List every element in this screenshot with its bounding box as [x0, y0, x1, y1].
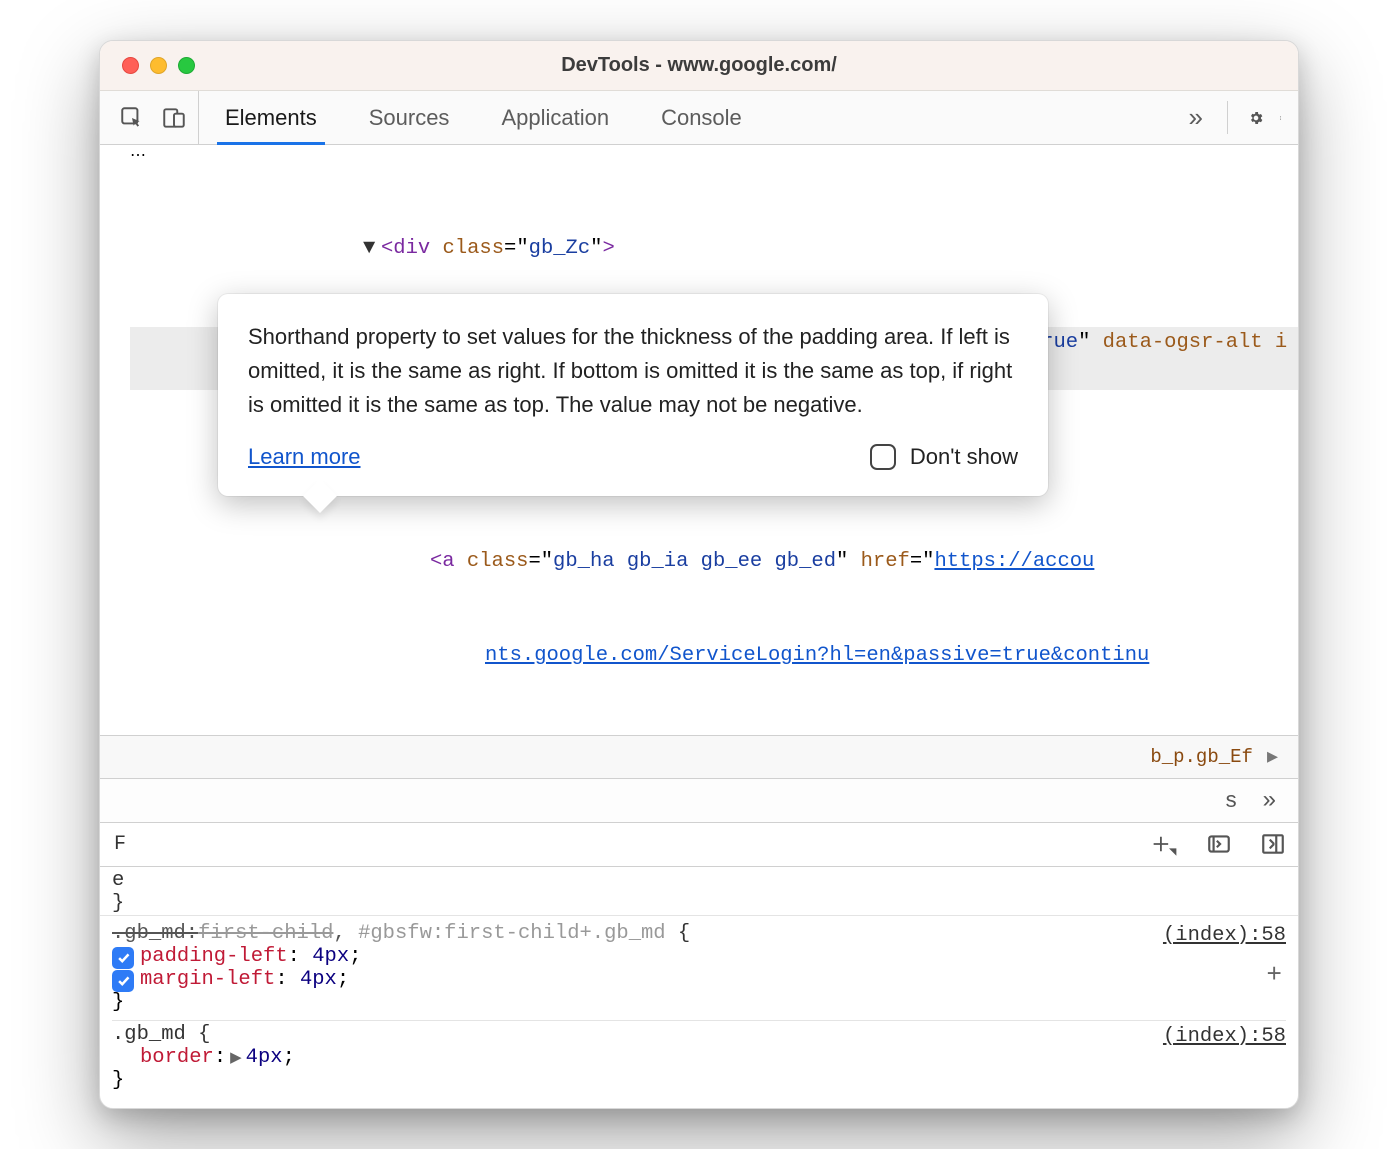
window-title: DevTools - www.google.com/ [100, 54, 1298, 77]
dont-show-label: Don't show [910, 440, 1018, 474]
toggle-computed-panel-icon[interactable] [1258, 829, 1288, 859]
window-controls [100, 57, 195, 74]
css-declaration[interactable]: padding-left: 4px; [112, 945, 1286, 968]
learn-more-link[interactable]: Learn more [248, 440, 361, 474]
device-toolbar-icon[interactable] [160, 104, 188, 132]
new-style-rule-button[interactable] [1150, 829, 1180, 859]
close-window-button[interactable] [122, 57, 139, 74]
dont-show-checkbox[interactable] [870, 444, 896, 470]
main-toolbar: Elements Sources Application Console » [100, 91, 1298, 145]
kebab-menu-icon[interactable] [1270, 104, 1298, 132]
rule-source-link[interactable]: (index):58 [1163, 1025, 1286, 1048]
rule-close-brace: } [112, 1069, 1286, 1092]
filter-input-partial[interactable]: F [114, 833, 126, 856]
panel-tabs: Elements Sources Application Console [199, 91, 768, 144]
inspect-element-icon[interactable] [118, 104, 146, 132]
css-declaration[interactable]: border:▶4px; [112, 1046, 1286, 1069]
css-selector[interactable]: .gb_md { [112, 1023, 1286, 1046]
styles-toolbar: F [100, 823, 1298, 867]
styles-sidebar-tabs: s » [100, 779, 1298, 823]
rule-close-brace: } [112, 991, 1286, 1014]
styles-panel: (index):58 .gb_md:first-child, #gbsfw:fi… [100, 916, 1298, 1108]
zoom-window-button[interactable] [178, 57, 195, 74]
breadcrumb-scroll-right-icon[interactable]: ▸ [1253, 744, 1292, 770]
css-declaration[interactable]: margin-left: 4px; [112, 968, 1286, 991]
tab-sources[interactable]: Sources [343, 91, 476, 144]
sidebar-tab-partial[interactable]: s [1220, 787, 1243, 813]
format-icon[interactable] [1204, 829, 1234, 859]
dom-node[interactable]: <a class="gb_ha gb_ia gb_ee gb_ed" href=… [130, 546, 1298, 579]
insert-rule-button[interactable]: + [1266, 960, 1282, 990]
obscured-text: } [112, 892, 1286, 915]
minimize-window-button[interactable] [150, 57, 167, 74]
tabs-overflow-button[interactable]: » [1179, 102, 1213, 133]
titlebar: DevTools - www.google.com/ [100, 41, 1298, 91]
rule-source-link[interactable]: (index):58 [1163, 924, 1286, 947]
devtools-window: DevTools - www.google.com/ Elements Sour… [99, 40, 1299, 1109]
dom-row-actions-icon[interactable]: ⋯ [130, 145, 1298, 165]
css-rule[interactable]: (index):58 .gb_md { border:▶4px; } [112, 1020, 1286, 1098]
css-selector[interactable]: .gb_md:first-child, #gbsfw:first-child+.… [112, 922, 1286, 945]
breadcrumb-fragment[interactable]: b_p.gb_Ef [1150, 746, 1253, 768]
tab-elements[interactable]: Elements [199, 91, 343, 144]
shorthand-expand-icon[interactable]: ▶ [226, 1050, 246, 1067]
dom-breadcrumb[interactable]: b_p.gb_Ef ▸ [100, 735, 1298, 779]
css-property-tooltip: Shorthand property to set values for the… [218, 294, 1048, 496]
gear-icon[interactable] [1242, 104, 1270, 132]
declaration-toggle-checkbox[interactable] [112, 947, 134, 969]
css-rule[interactable]: (index):58 .gb_md:first-child, #gbsfw:fi… [112, 920, 1286, 1020]
tab-application[interactable]: Application [475, 91, 635, 144]
tab-console[interactable]: Console [635, 91, 768, 144]
dom-node-continued[interactable]: nts.google.com/ServiceLogin?hl=en&passiv… [130, 640, 1298, 673]
tooltip-body: Shorthand property to set values for the… [248, 320, 1018, 422]
obscured-text: e [112, 869, 1286, 892]
declaration-toggle-checkbox[interactable] [112, 970, 134, 992]
dom-node[interactable]: ▼<div class="gb_Zc"> [130, 233, 1298, 266]
sidebar-tabs-overflow-icon[interactable]: » [1249, 786, 1290, 814]
